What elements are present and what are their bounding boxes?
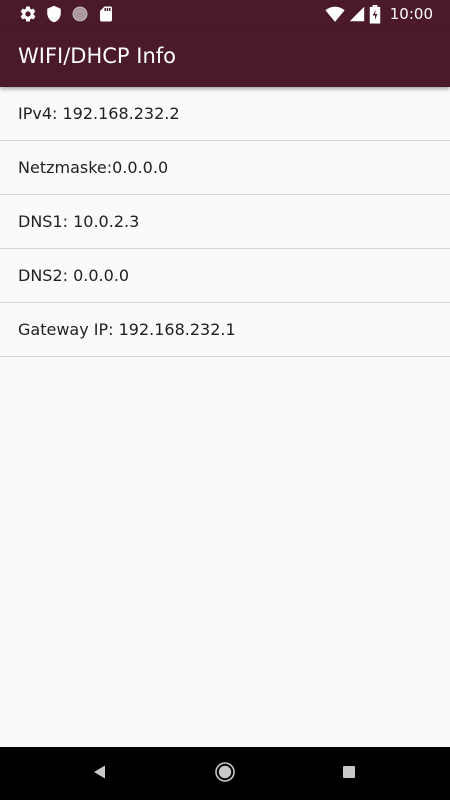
shield-icon [45,5,63,23]
list-item-label: DNS2: 0.0.0.0 [18,266,130,285]
gear-icon [19,5,37,23]
list-item-label: Gateway IP: 192.168.232.1 [18,320,236,339]
status-left-icons [19,4,123,24]
navigation-bar [0,747,450,800]
sd-card-icon [97,5,115,23]
screen: 10:00 WIFI/DHCP Info IPv4: 192.168.232.2… [0,0,450,800]
page-title: WIFI/DHCP Info [18,44,177,68]
list-item-label: IPv4: 192.168.232.2 [18,104,180,123]
status-bar: 10:00 [0,0,450,29]
list-item-dns2[interactable]: DNS2: 0.0.0.0 [0,249,450,303]
app-bar: WIFI/DHCP Info [0,29,450,87]
list-item-label: Netzmaske:0.0.0.0 [18,158,169,177]
list-item-label: DNS1: 10.0.2.3 [18,212,140,231]
battery-charging-icon [369,5,381,24]
list-item-gateway[interactable]: Gateway IP: 192.168.232.1 [0,303,450,357]
recents-icon [342,764,356,783]
circle-pattern-icon [71,5,89,23]
home-button[interactable] [195,747,255,800]
home-icon [214,761,236,787]
list-item-ipv4[interactable]: IPv4: 192.168.232.2 [0,87,450,141]
wifi-icon [325,5,345,23]
cell-signal-icon [349,5,365,23]
status-clock: 10:00 [389,5,433,23]
recents-button[interactable] [319,747,379,800]
status-right-icons: 10:00 [321,4,433,24]
info-list: IPv4: 192.168.232.2 Netzmaske:0.0.0.0 DN… [0,87,450,357]
back-icon [92,764,108,784]
list-item-netmask[interactable]: Netzmaske:0.0.0.0 [0,141,450,195]
list-item-dns1[interactable]: DNS1: 10.0.2.3 [0,195,450,249]
back-button[interactable] [70,747,130,800]
